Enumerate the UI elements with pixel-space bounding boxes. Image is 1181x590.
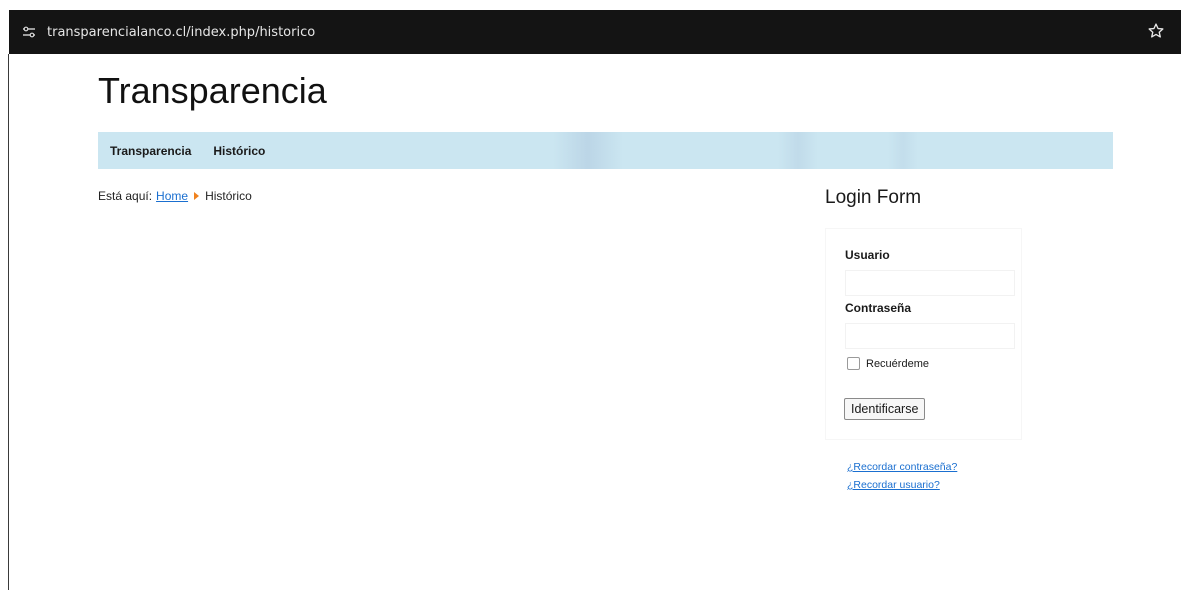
breadcrumb-home-link[interactable]: Home xyxy=(156,189,188,203)
site-title: Transparencia xyxy=(98,70,327,111)
main-nav: Transparencia Histórico xyxy=(98,132,1113,169)
breadcrumb-arrow-icon xyxy=(194,192,200,200)
nav-shade xyxy=(553,132,623,169)
remember-me-checkbox[interactable] xyxy=(847,357,860,370)
nav-item-historico[interactable]: Histórico xyxy=(213,144,265,158)
forgot-password-link[interactable]: ¿Recordar contraseña? xyxy=(847,461,957,473)
window-border xyxy=(8,54,9,590)
breadcrumb-prefix: Está aquí: xyxy=(98,189,153,203)
nav-item-transparencia[interactable]: Transparencia xyxy=(110,144,191,158)
star-outline-icon[interactable] xyxy=(1147,22,1165,40)
nav-shade xyxy=(888,132,918,169)
page: transparencialanco.cl/index.php/historic… xyxy=(0,0,1181,590)
password-label: Contraseña xyxy=(845,301,912,315)
tune-icon[interactable] xyxy=(22,25,36,39)
browser-address-bar[interactable]: transparencialanco.cl/index.php/historic… xyxy=(9,10,1181,54)
login-form-title: Login Form xyxy=(825,187,922,208)
login-submit-button[interactable]: Identificarse xyxy=(844,398,926,420)
forgot-username-link[interactable]: ¿Recordar usuario? xyxy=(847,479,940,491)
password-input[interactable] xyxy=(845,323,1015,349)
remember-me-label[interactable]: Recuérdeme xyxy=(866,358,929,370)
breadcrumb: Está aquí: Home Histórico xyxy=(98,189,252,203)
nav-shade xyxy=(778,132,818,169)
breadcrumb-current: Histórico xyxy=(205,189,252,203)
username-label: Usuario xyxy=(845,248,890,262)
remember-me-row: Recuérdeme xyxy=(847,357,929,370)
username-input[interactable] xyxy=(845,270,1015,296)
url-text[interactable]: transparencialanco.cl/index.php/historic… xyxy=(47,25,315,40)
